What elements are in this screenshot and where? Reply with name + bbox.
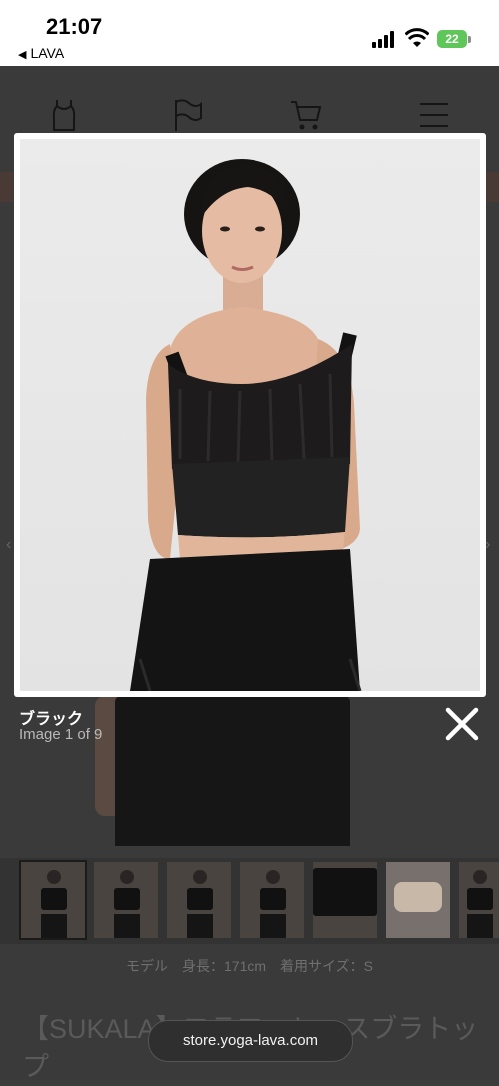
- battery-level: 22: [445, 32, 459, 46]
- thumbnail-1[interactable]: [19, 860, 87, 940]
- lightbox-image-frame: [14, 133, 486, 697]
- thumbnail-4[interactable]: [240, 862, 304, 938]
- thumbnail-2[interactable]: [94, 862, 158, 938]
- thumbnail-6[interactable]: [386, 862, 450, 938]
- status-time: 21:07: [46, 14, 103, 39]
- cart-icon[interactable]: [290, 98, 322, 132]
- background-photo-skirt: [115, 696, 350, 846]
- battery-charging-icon: 22: [437, 30, 467, 48]
- prev-arrow-icon[interactable]: ‹: [6, 536, 11, 554]
- product-photo[interactable]: [20, 139, 480, 691]
- wifi-icon: [405, 28, 429, 47]
- status-bar: 21:07 ◀ LAVA 22: [0, 0, 499, 66]
- browser-url-pill[interactable]: store.yoga-lava.com: [148, 1020, 353, 1062]
- flag-icon[interactable]: [172, 98, 204, 132]
- tank-top-icon[interactable]: [48, 98, 80, 132]
- thumbnail-7[interactable]: [459, 862, 499, 938]
- thumbnail-strip: [0, 858, 499, 944]
- signal-bars-icon: [372, 30, 398, 48]
- thumbnail-3[interactable]: [167, 862, 231, 938]
- image-counter: Image 1 of 9: [19, 726, 103, 743]
- model-illustration: [130, 159, 362, 691]
- back-triangle-icon: ◀: [18, 49, 27, 61]
- back-to-app-link[interactable]: ◀ LAVA: [18, 45, 64, 61]
- close-x-icon[interactable]: [444, 706, 480, 742]
- back-app-label: LAVA: [30, 45, 65, 61]
- header-nav: [0, 66, 499, 141]
- model-info-text: モデル 身長：171cm 着用サイズ：S: [126, 958, 373, 974]
- menu-icon[interactable]: [418, 98, 450, 132]
- thumbnail-5[interactable]: [313, 862, 377, 938]
